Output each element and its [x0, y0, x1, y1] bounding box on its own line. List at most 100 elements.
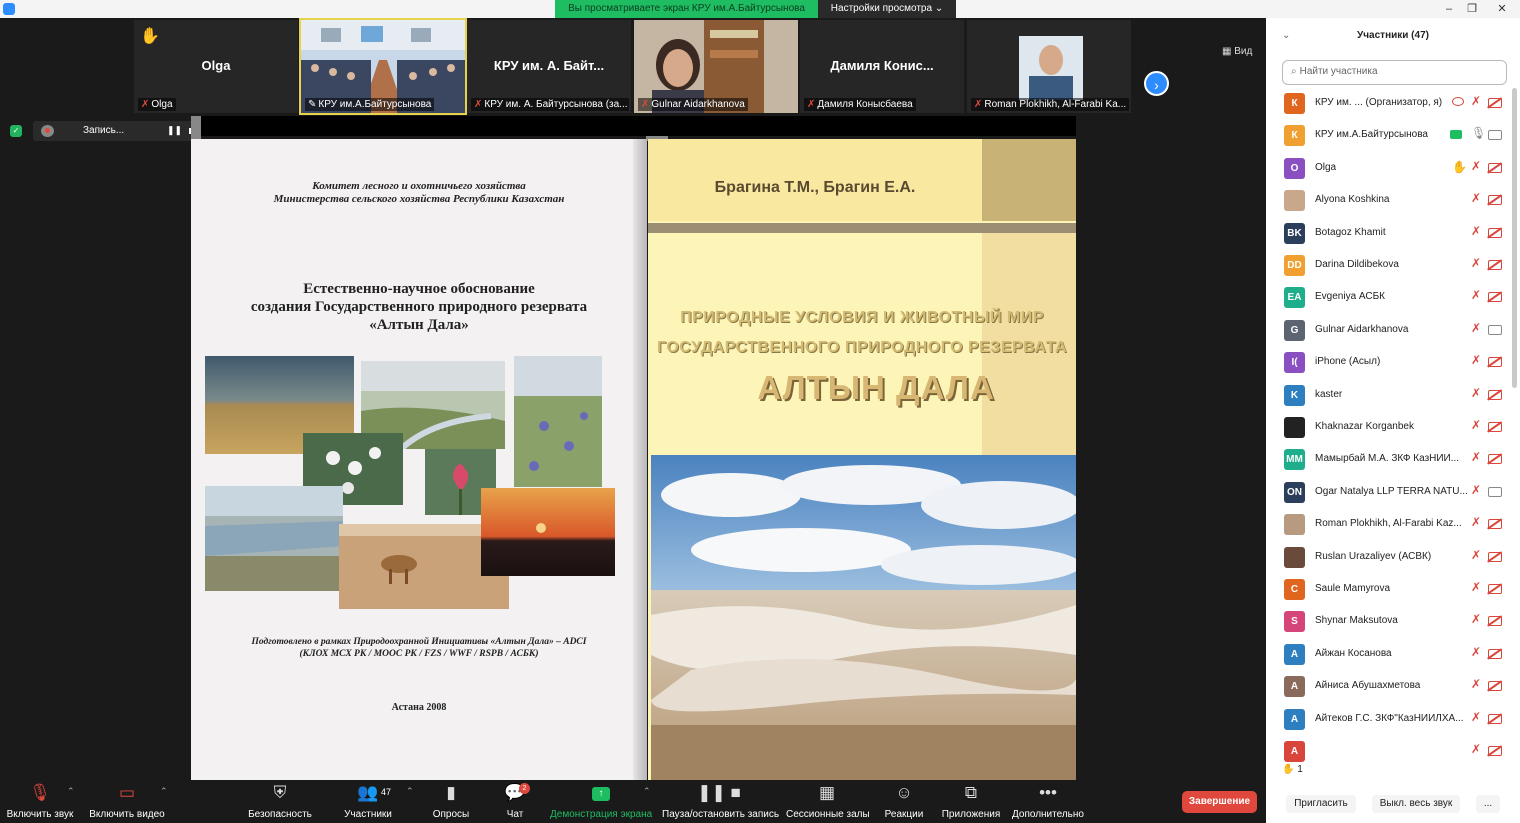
- polls-button[interactable]: ▮ Опросы: [428, 781, 474, 823]
- video-off-icon[interactable]: [1488, 422, 1502, 432]
- participant-row[interactable]: O Olga ✋ ✗: [1266, 153, 1514, 185]
- more-options-button[interactable]: ...: [1476, 795, 1500, 813]
- participant-row[interactable]: BK Botagoz Khamit ✗: [1266, 218, 1514, 250]
- security-button[interactable]: ⛨ Безопасность: [246, 781, 314, 823]
- share-screen-button[interactable]: ↑ Демонстрация экрана: [550, 781, 652, 823]
- participant-row[interactable]: S Shynar Maksutova ✗: [1266, 606, 1514, 638]
- participants-options-caret[interactable]: ⌃: [406, 786, 414, 797]
- video-tile-olga[interactable]: ✋ Olga ✗ Olga: [134, 20, 298, 113]
- participant-row[interactable]: Khaknazar Korganbek ✗: [1266, 412, 1514, 444]
- audio-options-caret[interactable]: ⌃: [67, 786, 75, 797]
- participant-name: Айтеков Г.С. ЗКФ"КазНИИЛХА...: [1315, 712, 1464, 724]
- start-video-button[interactable]: ▭ Включить видео: [86, 781, 168, 823]
- view-layout-button[interactable]: ▦ Вид: [1222, 46, 1252, 57]
- video-tile-kru-2[interactable]: КРУ им. А. Байт... ✗ КРУ им. А. Байтурсын…: [467, 20, 631, 113]
- reactions-button[interactable]: ☺ Реакции: [882, 781, 926, 823]
- mic-muted-icon[interactable]: ✗: [1471, 483, 1481, 497]
- encryption-shield-icon[interactable]: ✓: [10, 125, 22, 137]
- video-off-icon[interactable]: [1488, 454, 1502, 465]
- mic-muted-icon[interactable]: ✗: [1471, 353, 1481, 367]
- mute-all-button[interactable]: Выкл. весь звук: [1372, 795, 1460, 813]
- mic-muted-icon[interactable]: ✗: [1471, 94, 1481, 108]
- participant-row[interactable]: ON Ogar Natalya LLP TERRA NATU... ✗: [1266, 477, 1514, 509]
- more-button[interactable]: ••• Дополнительно: [1010, 781, 1086, 823]
- video-off-icon[interactable]: [1488, 195, 1502, 206]
- video-off-icon[interactable]: [1488, 648, 1502, 659]
- mic-muted-icon[interactable]: ✗: [1471, 645, 1481, 659]
- participant-row[interactable]: I(iPhone (Асыл) ✗: [1266, 347, 1514, 379]
- restore-button[interactable]: ❐: [1460, 0, 1484, 18]
- mic-muted-icon[interactable]: ✗: [1471, 612, 1481, 626]
- video-tile-gulnar[interactable]: ✗ Gulnar Aidarkhanova: [634, 20, 798, 113]
- mic-muted-icon[interactable]: ✗: [1471, 288, 1481, 302]
- participant-search-input[interactable]: ⌕ Найти участника: [1282, 60, 1507, 85]
- mic-muted-icon[interactable]: ✗: [1471, 580, 1481, 594]
- pause-stop-recording-button[interactable]: ❚❚ ■ Пауза/остановить запись: [662, 781, 779, 823]
- tile-name-label: ✗ Дамиля Конысбаева: [804, 98, 916, 111]
- participant-row[interactable]: К КРУ им. ... (Организатор, я) ✗: [1266, 88, 1514, 120]
- participant-row[interactable]: А ✗: [1266, 736, 1514, 766]
- share-options-caret[interactable]: ⌃: [643, 786, 651, 797]
- video-off-icon[interactable]: [1488, 681, 1502, 692]
- video-off-icon[interactable]: [1488, 98, 1502, 108]
- participant-row[interactable]: Roman Plokhikh, Al-Farabi Kaz... ✗: [1266, 509, 1514, 541]
- video-on-icon[interactable]: [1488, 486, 1502, 497]
- unmute-button[interactable]: 🎙 Включить звук: [4, 781, 76, 823]
- video-on-icon[interactable]: [1488, 324, 1502, 335]
- mic-muted-icon[interactable]: ✗: [1471, 677, 1481, 691]
- mic-muted-icon[interactable]: ✗: [1471, 418, 1481, 432]
- participant-row[interactable]: А Айжан Косанова ✗: [1266, 639, 1514, 671]
- next-page-button[interactable]: ›: [1144, 71, 1169, 96]
- participant-list-scrollbar[interactable]: [1512, 88, 1517, 388]
- video-off-icon[interactable]: [1488, 713, 1502, 724]
- view-settings-dropdown[interactable]: Настройки просмотра ⌄: [818, 0, 956, 18]
- video-off-icon[interactable]: [1488, 551, 1502, 562]
- participant-row[interactable]: DD Darina Dildibekova ✗: [1266, 250, 1514, 282]
- video-off-icon[interactable]: [1488, 519, 1502, 530]
- participant-row[interactable]: А Айтеков Г.С. ЗКФ"КазНИИЛХА... ✗: [1266, 704, 1514, 736]
- mic-muted-icon[interactable]: ✗: [1471, 710, 1481, 724]
- video-off-icon[interactable]: [1488, 746, 1502, 756]
- video-off-icon[interactable]: [1488, 292, 1502, 303]
- video-off-icon[interactable]: [1488, 616, 1502, 627]
- participant-row[interactable]: C Saule Mamyrova ✗: [1266, 574, 1514, 606]
- breakout-rooms-button[interactable]: ▦ Сессионные залы: [786, 781, 870, 823]
- video-tile-kru-room[interactable]: ✎ КРУ им.А.Байтурсынова: [299, 18, 467, 115]
- invite-button[interactable]: Пригласить: [1286, 795, 1356, 813]
- end-meeting-button[interactable]: Завершение: [1182, 791, 1257, 813]
- video-off-icon[interactable]: [1488, 227, 1502, 238]
- pause-recording-button[interactable]: ❚❚: [167, 125, 182, 136]
- mic-muted-icon[interactable]: ✗: [1471, 515, 1481, 529]
- participant-row[interactable]: G Gulnar Aidarkhanova ✗: [1266, 315, 1514, 347]
- participant-row[interactable]: А Айниса Абушахметова ✗: [1266, 671, 1514, 703]
- video-options-caret[interactable]: ⌃: [160, 786, 168, 797]
- participant-row[interactable]: EA Evgeniya АСБК ✗: [1266, 282, 1514, 314]
- mic-muted-icon[interactable]: ✗: [1471, 386, 1481, 400]
- video-off-icon[interactable]: [1488, 389, 1502, 400]
- mic-muted-icon[interactable]: ✗: [1471, 256, 1481, 270]
- video-off-icon[interactable]: [1488, 357, 1502, 368]
- mic-muted-icon[interactable]: ✗: [1471, 191, 1481, 205]
- mic-muted-icon[interactable]: ✗: [1471, 321, 1481, 335]
- mic-muted-icon[interactable]: ✗: [1471, 450, 1481, 464]
- close-window-button[interactable]: ✕: [1490, 0, 1514, 18]
- mic-muted-icon[interactable]: ✗: [1471, 159, 1481, 173]
- video-off-icon[interactable]: [1488, 584, 1502, 594]
- mic-muted-icon[interactable]: ✗: [1471, 742, 1481, 756]
- mic-muted-icon[interactable]: ✗: [1471, 224, 1481, 238]
- mic-muted-icon[interactable]: ✗: [1471, 548, 1481, 562]
- video-off-icon[interactable]: [1488, 162, 1502, 173]
- mic-on-icon[interactable]: 🎙: [1471, 126, 1486, 140]
- video-tile-damilya[interactable]: Дамиля Конис... ✗ Дамиля Конысбаева: [800, 20, 964, 113]
- minimize-button[interactable]: –: [1437, 0, 1461, 18]
- video-tile-roman[interactable]: ✗ Roman Plokhikh, Al-Farabi Ka...: [967, 20, 1131, 113]
- apps-button[interactable]: ⧉ Приложения: [940, 781, 1002, 823]
- avatar: MM: [1284, 449, 1305, 471]
- participant-row[interactable]: К КРУ им.А.Байтурсынова 🎙: [1266, 120, 1514, 152]
- participant-row[interactable]: Ruslan Urazaliyev (АСВК) ✗: [1266, 542, 1514, 574]
- participant-row[interactable]: Alyona Koshkina ✗: [1266, 185, 1514, 217]
- video-on-icon[interactable]: [1488, 130, 1502, 141]
- video-off-icon[interactable]: [1488, 260, 1502, 270]
- participant-row[interactable]: Kkaster ✗: [1266, 380, 1514, 412]
- participant-row[interactable]: MM Мамырбай М.А. ЗКФ КазНИИ... ✗: [1266, 444, 1514, 476]
